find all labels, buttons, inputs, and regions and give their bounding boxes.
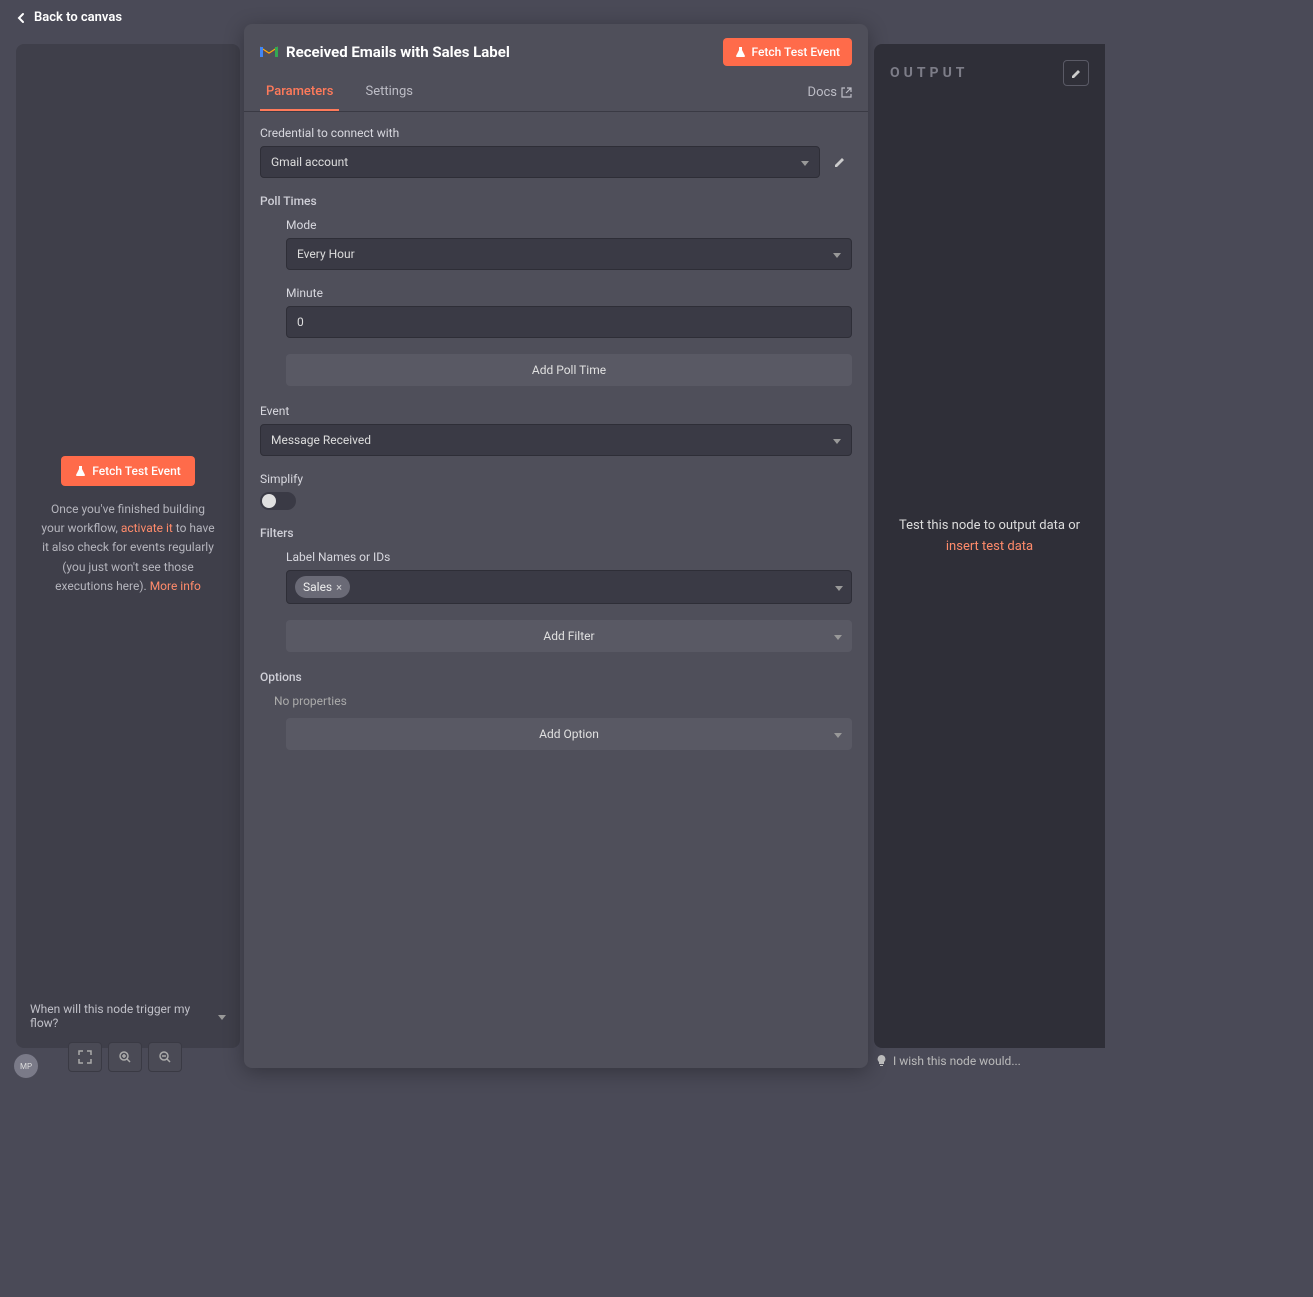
input-footer-toggle[interactable]: When will this node trigger my flow?	[28, 996, 228, 1036]
add-filter-button[interactable]: Add Filter	[286, 620, 852, 652]
options-label: Options	[260, 670, 852, 684]
credential-value: Gmail account	[271, 155, 348, 169]
output-panel: OUTPUT Test this node to output data or …	[874, 44, 1105, 1048]
tab-parameters[interactable]: Parameters	[260, 74, 339, 111]
activate-it-link[interactable]: activate it	[121, 521, 173, 535]
insert-test-data-link[interactable]: insert test data	[946, 539, 1033, 554]
fullscreen-icon	[78, 1050, 92, 1064]
add-option-label: Add Option	[539, 727, 599, 741]
zoom-out-icon	[158, 1050, 172, 1064]
docs-label: Docs	[808, 85, 837, 100]
fetch-label: Fetch Test Event	[92, 464, 181, 478]
credential-label: Credential to connect with	[260, 126, 852, 140]
config-body: Credential to connect with Gmail account…	[244, 112, 868, 1068]
chevron-down-icon	[834, 727, 842, 741]
chevron-down-icon	[833, 247, 841, 261]
fetch-test-event-button-left[interactable]: Fetch Test Event	[61, 456, 195, 486]
input-help-text: Once you've finished building your workf…	[38, 500, 218, 596]
tabs: Parameters Settings	[260, 74, 419, 111]
flask-icon	[75, 465, 86, 477]
output-body: Test this node to output data or insert …	[890, 516, 1089, 558]
zoom-in-icon	[118, 1050, 132, 1064]
flask-icon	[735, 46, 746, 58]
event-label: Event	[260, 404, 852, 418]
poll-times-label: Poll Times	[260, 194, 852, 208]
label-names-select[interactable]: Sales ×	[286, 570, 852, 604]
chevron-down-icon	[218, 1009, 226, 1023]
input-body: Fetch Test Event Once you've finished bu…	[28, 56, 228, 996]
event-field: Event Message Received	[260, 404, 852, 456]
tab-row: Parameters Settings Docs	[244, 74, 868, 112]
canvas-toolbar	[68, 1042, 182, 1072]
chip-remove-icon[interactable]: ×	[336, 581, 342, 594]
poll-times-section: Mode Every Hour Minute Add Poll Time	[260, 218, 852, 386]
fetch-test-event-button-top[interactable]: Fetch Test Event	[723, 38, 853, 66]
mode-select[interactable]: Every Hour	[286, 238, 852, 270]
feedback-bar[interactable]: I wish this node would...	[876, 1054, 1021, 1068]
zoom-out-button[interactable]	[148, 1042, 182, 1072]
mode-label: Mode	[286, 218, 852, 232]
output-header: OUTPUT	[890, 60, 1089, 86]
arrow-left-icon	[16, 12, 28, 24]
gmail-icon	[260, 45, 278, 59]
pencil-icon	[1070, 67, 1083, 80]
back-to-canvas[interactable]: Back to canvas	[16, 10, 122, 25]
filters-label: Filters	[260, 526, 852, 540]
filters-section: Label Names or IDs Sales × Add Filter	[260, 550, 852, 652]
chip-text: Sales	[303, 580, 332, 594]
credential-field: Credential to connect with Gmail account	[260, 126, 852, 178]
minute-label: Minute	[286, 286, 852, 300]
label-names-label: Label Names or IDs	[286, 550, 852, 564]
edit-credential-button[interactable]	[828, 150, 852, 174]
toggle-knob	[262, 494, 276, 508]
event-value: Message Received	[271, 433, 371, 447]
no-properties-text: No properties	[260, 694, 852, 708]
external-link-icon	[841, 87, 852, 98]
chevron-down-icon	[833, 433, 841, 447]
add-poll-label: Add Poll Time	[532, 363, 606, 377]
simplify-toggle[interactable]	[260, 492, 296, 510]
footer-text: When will this node trigger my flow?	[30, 1002, 218, 1030]
output-text: Test this node to output data or	[899, 518, 1080, 533]
node-config-panel: Received Emails with Sales Label Fetch T…	[244, 24, 868, 1068]
node-title: Received Emails with Sales Label	[260, 43, 510, 61]
minute-input[interactable]	[286, 306, 852, 338]
fetch-label-top: Fetch Test Event	[752, 45, 841, 59]
chevron-down-icon	[834, 629, 842, 643]
input-panel: Fetch Test Event Once you've finished bu…	[16, 44, 240, 1048]
mode-value: Every Hour	[297, 247, 355, 261]
chevron-down-icon	[801, 155, 809, 169]
chevron-down-icon	[835, 580, 843, 595]
feedback-text: I wish this node would...	[893, 1054, 1021, 1068]
label-chip: Sales ×	[295, 576, 350, 598]
add-option-button[interactable]: Add Option	[286, 718, 852, 750]
event-select[interactable]: Message Received	[260, 424, 852, 456]
options-section: Add Option	[260, 718, 852, 750]
title-text: Received Emails with Sales Label	[286, 43, 510, 61]
docs-link[interactable]: Docs	[808, 85, 852, 100]
output-title: OUTPUT	[890, 65, 968, 81]
add-filter-label: Add Filter	[543, 629, 594, 643]
zoom-in-button[interactable]	[108, 1042, 142, 1072]
back-label: Back to canvas	[34, 10, 122, 25]
edit-output-button[interactable]	[1063, 60, 1089, 86]
simplify-label: Simplify	[260, 472, 852, 486]
pencil-icon	[833, 155, 847, 169]
tab-settings[interactable]: Settings	[359, 74, 418, 111]
simplify-field: Simplify	[260, 472, 852, 510]
fit-view-button[interactable]	[68, 1042, 102, 1072]
lightbulb-icon	[876, 1055, 887, 1068]
avatar[interactable]: MP	[14, 1054, 38, 1078]
config-header: Received Emails with Sales Label Fetch T…	[244, 24, 868, 74]
credential-select[interactable]: Gmail account	[260, 146, 820, 178]
more-info-link[interactable]: More info	[150, 579, 201, 593]
add-poll-time-button[interactable]: Add Poll Time	[286, 354, 852, 386]
